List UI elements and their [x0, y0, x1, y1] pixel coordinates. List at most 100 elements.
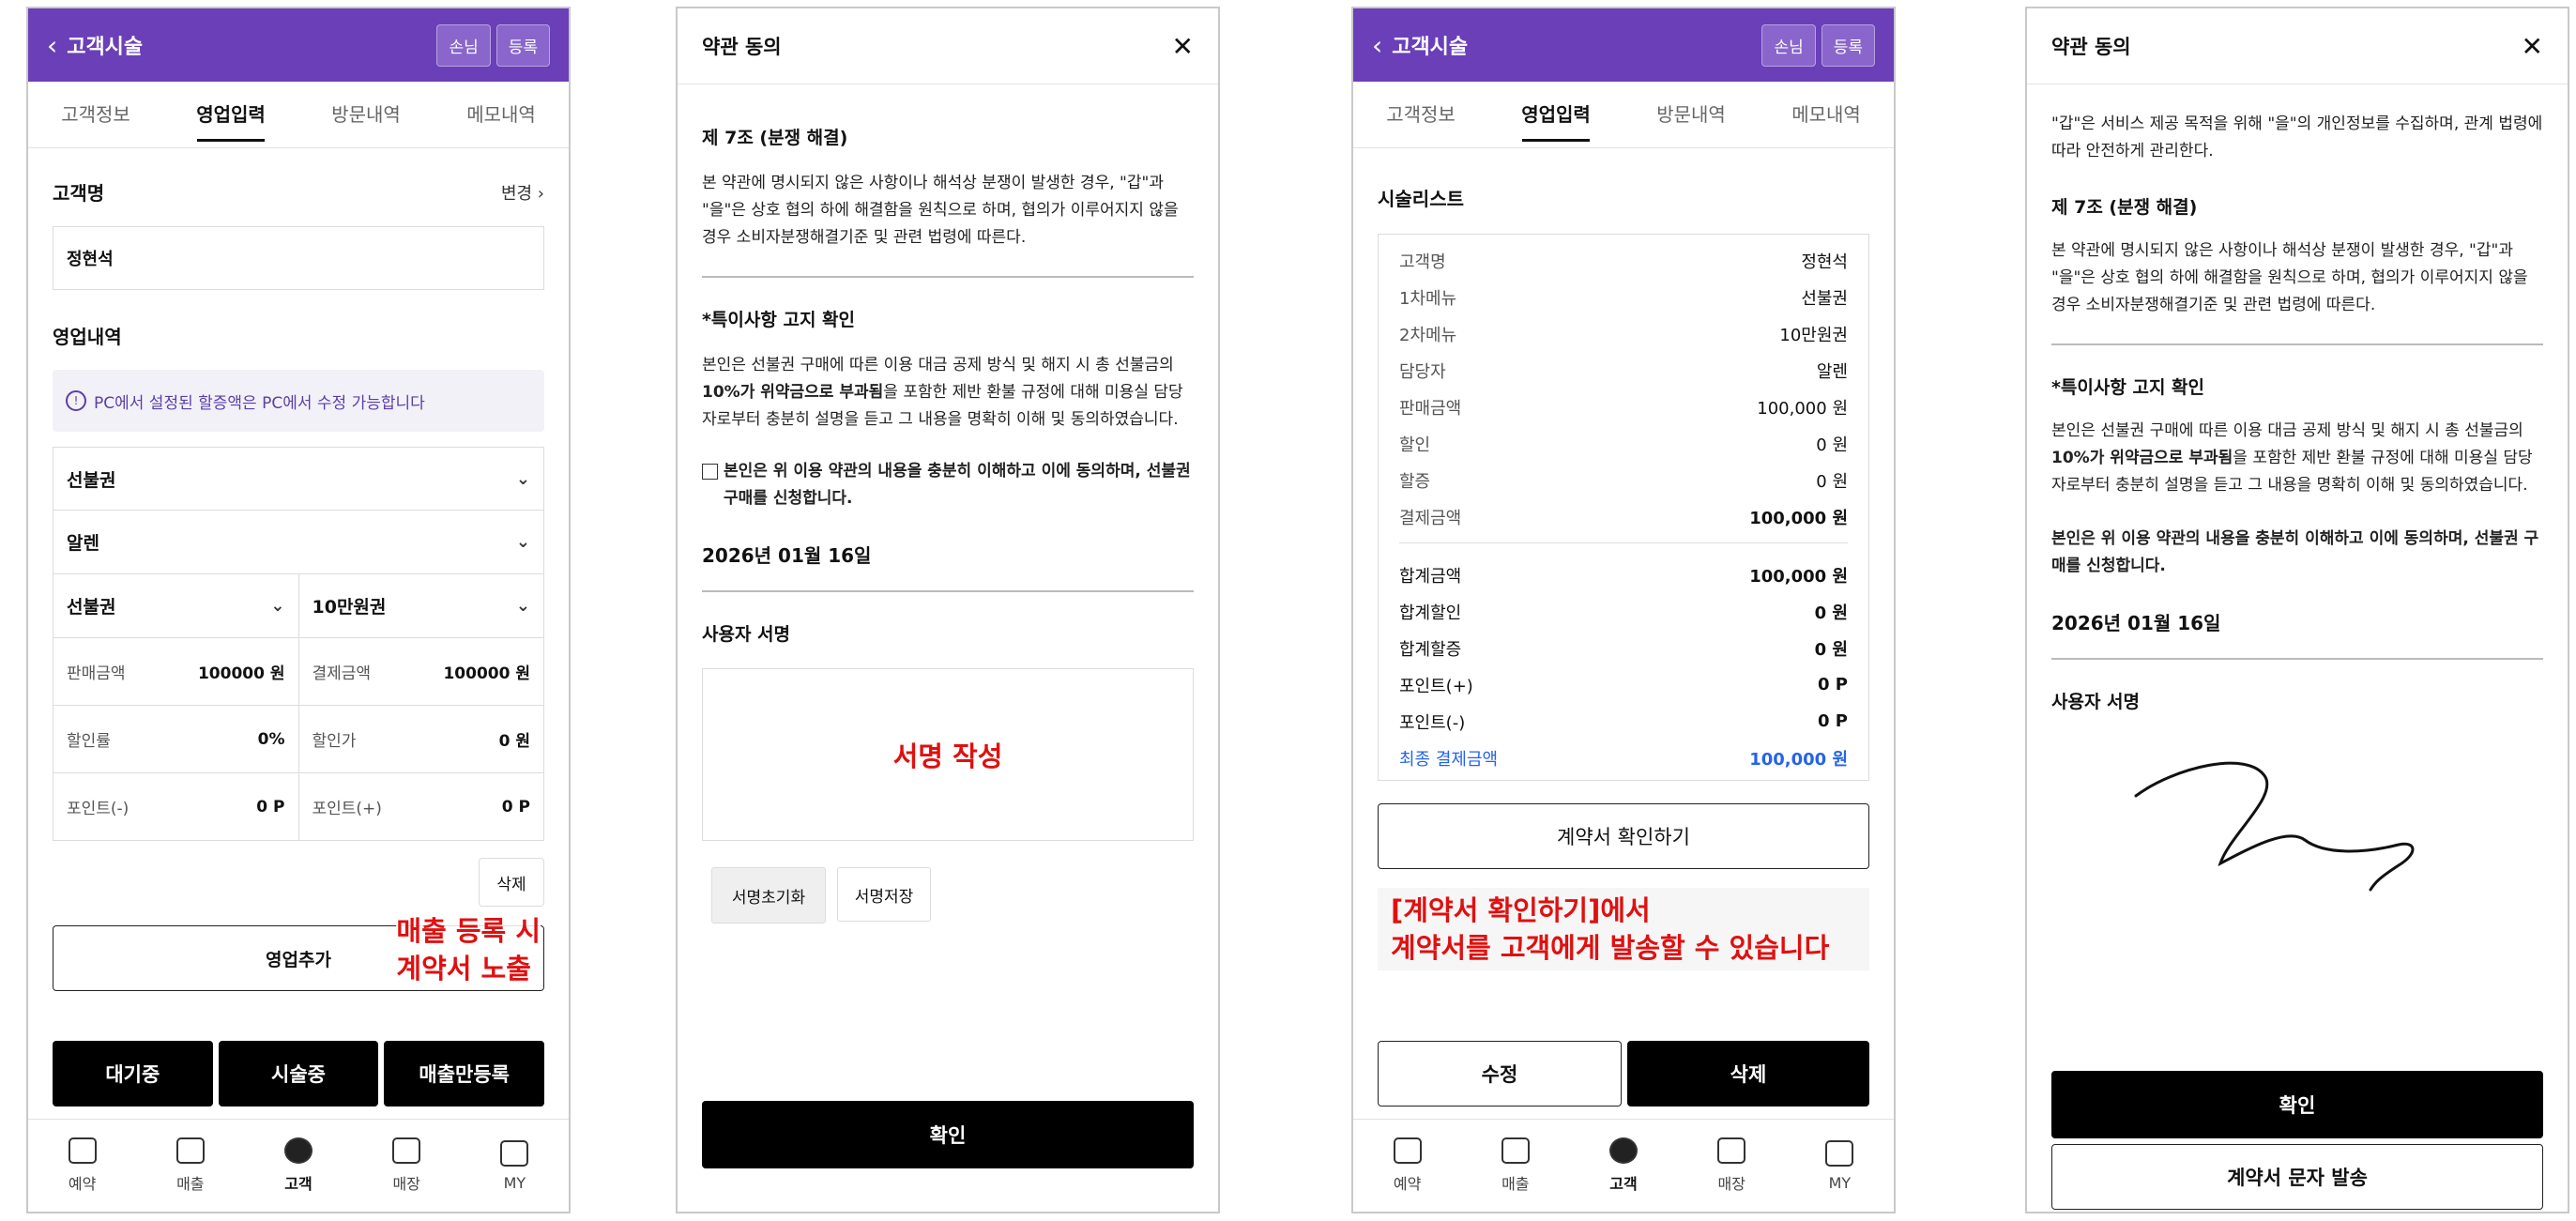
view-contract-button[interactable]: 계약서 확인하기	[1378, 803, 1869, 869]
calendar-icon	[68, 1137, 97, 1164]
nav-reservation[interactable]: 예약	[1353, 1120, 1461, 1212]
screen-sales-input: ‹ 고객시술 손님 등록 고객정보 영업입력 방문내역 메모내역 고객명 변경 …	[26, 7, 571, 1213]
special-notice-text: 본인은 선불권 구매에 따른 이용 대금 공제 방식 및 해지 시 총 선불금의…	[2051, 421, 2533, 495]
tab-memo-history[interactable]: 메모내역	[1759, 82, 1894, 147]
detail-row: 결제금액 100,000 원	[1399, 508, 1848, 528]
guest-button[interactable]: 손님	[1761, 23, 1816, 67]
signature-drawing	[2134, 761, 2415, 892]
calendar-icon	[1393, 1137, 1422, 1164]
article-text: 본 약관에 명시되지 않은 사항이나 해석상 분쟁이 발생한 경우, "갑"과 …	[2051, 241, 2528, 314]
page-title: 고객시술	[1392, 36, 1469, 59]
total-rows: 합계금액 100,000 원 합계할인 0 원 합계할증 0 원 포인트(+) 0 P …	[1399, 557, 1848, 776]
total-row: 합계할증 0 원	[1399, 639, 1848, 660]
detail-row: 판매금액 100,000 원	[1399, 398, 1848, 419]
nav-sales[interactable]: 매출	[1461, 1120, 1569, 1212]
menu1-select[interactable]: 선불권 ⌄	[53, 574, 299, 638]
bottom-nav: 예약 매출 고객 매장 MY	[28, 1119, 569, 1212]
tab-customer-info[interactable]: 고객정보	[1353, 82, 1488, 147]
point-plus-cell[interactable]: 포인트(+) 0 P	[298, 773, 544, 841]
modal-header: 약관 동의 ✕	[678, 8, 1218, 84]
page-title: 고객시술	[67, 36, 144, 59]
point-minus-cell[interactable]: 포인트(-) 0 P	[53, 773, 299, 841]
modal-title: 약관 동의	[702, 36, 782, 58]
in-progress-button[interactable]: 시술중	[218, 1041, 379, 1107]
nav-store[interactable]: 매장	[353, 1120, 461, 1212]
menu2-select[interactable]: 10만원권 ⌄	[298, 574, 544, 638]
waiting-button[interactable]: 대기중	[53, 1041, 213, 1107]
detail-row: 2차메뉴 10만원권	[1399, 325, 1848, 345]
modal-title: 약관 동의	[2051, 36, 2131, 58]
detail-row: 할인 0 원	[1399, 435, 1848, 455]
screen-terms-signed: 약관 동의 ✕ "갑"은 서비스 제공 목적을 위해 "을"의 개인정보를 수집…	[2025, 7, 2569, 1213]
sale-price-cell: 판매금액 100000 원	[53, 638, 299, 706]
discount-rate-cell[interactable]: 할인률 0%	[53, 706, 299, 773]
tab-sales-input[interactable]: 영업입력	[1488, 82, 1623, 147]
total-row: 포인트(-) 0 P	[1399, 711, 1848, 733]
tab-sales-input[interactable]: 영업입력	[163, 82, 298, 147]
back-icon[interactable]: ‹	[1372, 30, 1382, 61]
signature-pad[interactable]: 서명 작성	[702, 668, 1194, 841]
privacy-text: "갑"은 서비스 제공 목적을 위해 "을"의 개인정보를 수집하며, 관계 법…	[2051, 114, 2543, 160]
reset-signature-button[interactable]: 서명초기화	[711, 867, 826, 923]
guest-button[interactable]: 손님	[436, 23, 491, 67]
nav-reservation[interactable]: 예약	[28, 1120, 136, 1212]
detail-row: 할증 0 원	[1399, 471, 1848, 492]
customer-label: 고객명	[53, 182, 105, 205]
pay-price-cell: 결제금액 100000 원	[298, 638, 544, 706]
confirm-button[interactable]: 확인	[702, 1101, 1194, 1168]
article-text: 본 약관에 명시되지 않은 사항이나 해석상 분쟁이 발생한 경우, "갑"과 …	[702, 174, 1179, 247]
tab-customer-info[interactable]: 고객정보	[28, 82, 163, 147]
tab-visit-history[interactable]: 방문내역	[1623, 82, 1759, 147]
app-header: ‹ 고객시술 손님 등록	[1353, 8, 1894, 82]
delete-button[interactable]: 삭제	[1627, 1041, 1869, 1107]
final-payment-row: 최종 결제금액 100,000 원	[1399, 749, 1848, 770]
sales-only-button[interactable]: 매출만등록	[384, 1041, 545, 1107]
register-button[interactable]: 등록	[495, 23, 550, 67]
article-title: 제 7조 (분쟁 해결)	[702, 128, 848, 148]
tab-memo-history[interactable]: 메모내역	[434, 82, 569, 147]
type-select[interactable]: 선불권 ⌄	[53, 447, 544, 511]
receipt-icon	[175, 1137, 205, 1164]
agree-checkbox[interactable]	[702, 464, 718, 480]
nav-my[interactable]: MY	[1786, 1120, 1894, 1212]
agree-statement: 본인은 위 이용 약관의 내용을 충분히 이해하고 이에 동의하며, 선불권 구…	[2051, 529, 2539, 575]
nav-customer[interactable]: 고객	[1569, 1120, 1677, 1212]
tab-visit-history[interactable]: 방문내역	[298, 82, 434, 147]
nav-customer[interactable]: 고객	[244, 1120, 352, 1212]
tab-bar: 고객정보 영업입력 방문내역 메모내역	[1353, 82, 1894, 148]
sales-section-title: 영업내역	[53, 326, 122, 348]
person-icon	[284, 1137, 312, 1164]
register-button[interactable]: 등록	[1821, 23, 1875, 67]
article-title: 제 7조 (분쟁 해결)	[2051, 197, 2198, 218]
agreement-date: 2026년 01월 16일	[2051, 612, 2221, 634]
info-icon: !	[66, 390, 86, 411]
send-contract-sms-button[interactable]: 계약서 문자 발송	[2051, 1144, 2543, 1210]
close-icon[interactable]: ✕	[1172, 31, 1194, 62]
edit-button[interactable]: 수정	[1378, 1041, 1622, 1107]
agreement-date: 2026년 01월 16일	[702, 544, 872, 567]
bag-icon	[1825, 1139, 1854, 1167]
nav-my[interactable]: MY	[461, 1120, 569, 1212]
change-customer-link[interactable]: 변경 ›	[501, 180, 544, 205]
tab-bar: 고객정보 영업입력 방문내역 메모내역	[28, 82, 569, 148]
agree-checkbox-row[interactable]: 본인은 위 이용 약관의 내용을 충분히 이해하고 이에 동의하며, 선불권 구…	[702, 458, 1194, 512]
signature-title: 사용자 서명	[702, 624, 791, 645]
close-icon[interactable]: ✕	[2522, 31, 2543, 62]
customer-name-field[interactable]: 정현석	[53, 226, 544, 290]
chevron-down-icon: ⌄	[515, 596, 530, 616]
chevron-down-icon: ⌄	[515, 532, 530, 552]
save-signature-button[interactable]: 서명저장	[837, 867, 931, 922]
special-notice-title: *특이사항 고지 확인	[2051, 377, 2205, 398]
nav-store[interactable]: 매장	[1678, 1120, 1786, 1212]
action-bar: 수정 삭제	[1378, 1041, 1869, 1107]
store-icon	[1717, 1137, 1746, 1164]
staff-select[interactable]: 알렌 ⌄	[53, 511, 544, 574]
back-icon[interactable]: ‹	[47, 30, 57, 61]
annotation-callout: 매출 등록 시 계약서 노출	[396, 912, 541, 987]
signature-title: 사용자 서명	[2051, 692, 2141, 712]
delete-item-button[interactable]: 삭제	[479, 858, 544, 907]
person-icon	[1609, 1137, 1638, 1164]
confirm-button[interactable]: 확인	[2051, 1071, 2543, 1138]
discount-price-cell[interactable]: 할인가 0 원	[298, 706, 544, 773]
nav-sales[interactable]: 매출	[136, 1120, 244, 1212]
